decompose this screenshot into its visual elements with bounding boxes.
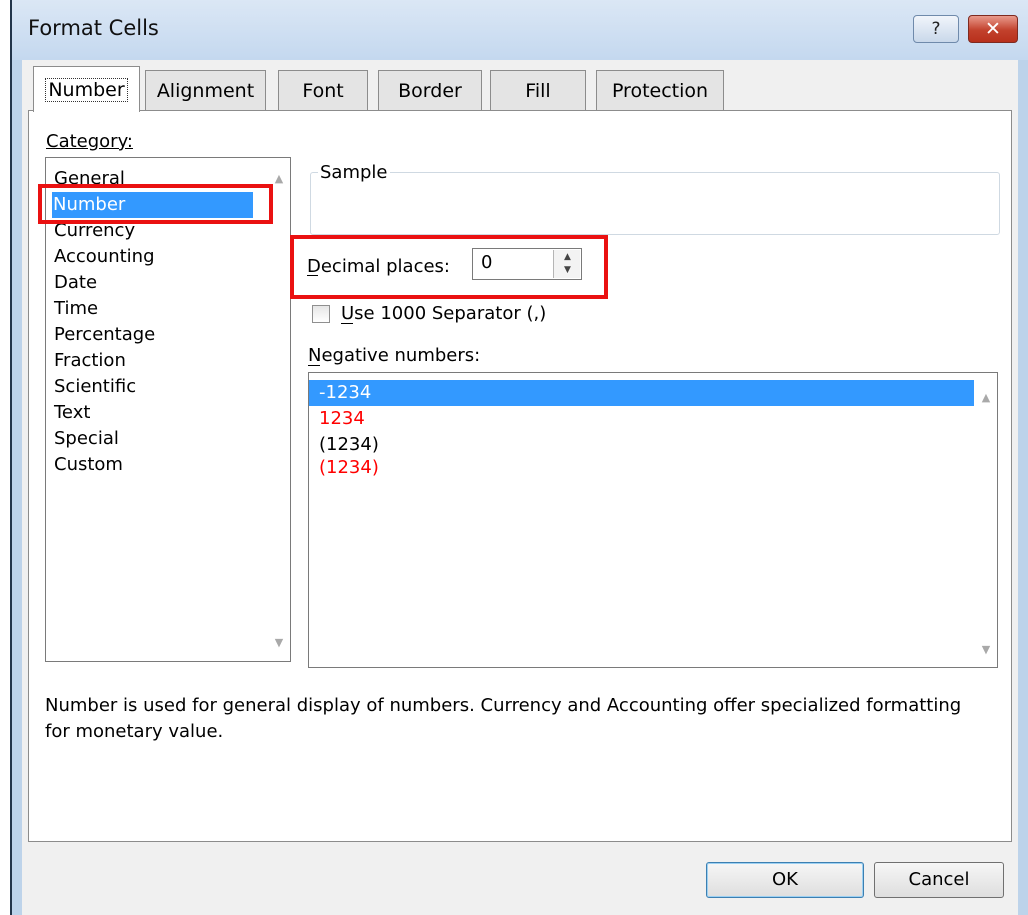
list-item-accounting[interactable]: Accounting xyxy=(53,244,254,270)
close-button[interactable]: ✕ xyxy=(968,15,1018,43)
list-item-percentage[interactable]: Percentage xyxy=(53,322,254,348)
negative-numbers-listbox[interactable]: -1234 1234 (1234) (1234) ▲ ▼ xyxy=(308,372,998,668)
sample-box xyxy=(310,172,1000,235)
question-icon: ? xyxy=(931,19,941,39)
cancel-button[interactable]: Cancel xyxy=(874,862,1004,898)
sample-label: Sample xyxy=(318,162,390,183)
list-item-scientific[interactable]: Scientific xyxy=(53,374,254,400)
list-item-time[interactable]: Time xyxy=(53,296,254,322)
list-item-negative-2[interactable]: 1234 xyxy=(309,406,974,432)
ok-button[interactable]: OK xyxy=(706,862,864,898)
list-item-negative-1[interactable]: -1234 xyxy=(309,380,974,406)
scroll-down-icon[interactable]: ▼ xyxy=(975,643,997,656)
use-1000-separator-label[interactable]: Use 1000 Separator (,) xyxy=(341,303,546,324)
scroll-down-icon[interactable]: ▼ xyxy=(268,636,290,649)
tab-fill[interactable]: Fill xyxy=(490,70,586,110)
list-item-special[interactable]: Special xyxy=(53,426,254,452)
highlight-box xyxy=(38,184,273,224)
highlight-box xyxy=(290,235,608,299)
list-item-fraction[interactable]: Fraction xyxy=(53,348,254,374)
use-1000-separator-checkbox[interactable] xyxy=(312,305,330,323)
tab-protection[interactable]: Protection xyxy=(596,70,724,110)
list-item-custom[interactable]: Custom xyxy=(53,452,254,478)
dialog-title: Format Cells xyxy=(28,16,159,40)
format-description: Number is used for general display of nu… xyxy=(45,695,962,742)
tab-number[interactable]: Number xyxy=(33,66,140,112)
negative-numbers-label: Negative numbers: xyxy=(308,345,481,366)
access-key-underline xyxy=(308,365,320,366)
access-key-underline xyxy=(341,323,353,324)
tab-border[interactable]: Border xyxy=(378,70,482,110)
title-bar[interactable] xyxy=(12,0,1028,60)
list-item-date[interactable]: Date xyxy=(53,270,254,296)
list-item-negative-4[interactable]: (1234) xyxy=(309,455,974,481)
category-label: Category: xyxy=(46,131,133,152)
help-button[interactable]: ? xyxy=(913,15,959,43)
scroll-up-icon[interactable]: ▲ xyxy=(975,391,997,404)
category-listbox[interactable]: General Number Currency Accounting Date … xyxy=(45,157,291,662)
close-icon: ✕ xyxy=(985,18,1001,40)
tab-font[interactable]: Font xyxy=(278,70,368,110)
background-app-edge xyxy=(0,0,12,915)
list-item-text[interactable]: Text xyxy=(53,400,254,426)
category-scrollbar[interactable]: ▲ ▼ xyxy=(268,158,290,661)
tab-alignment[interactable]: Alignment xyxy=(145,70,266,110)
